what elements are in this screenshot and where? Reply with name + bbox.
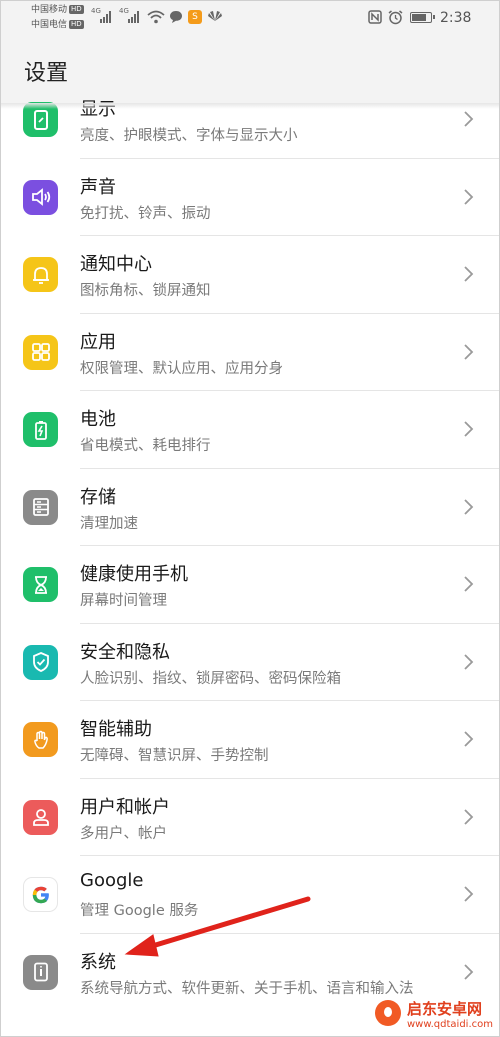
settings-item-label: 电池 (80, 409, 116, 430)
screenshot-frame: 中国移动 HD 中国电信 HD 4G 4G S 2:38 设置 显示 亮度、护眼… (0, 0, 500, 1037)
settings-item-label: 用户和帐户 (80, 796, 170, 818)
carrier-2: 中国电信 HD (31, 20, 84, 31)
status-bar: 中国移动 HD 中国电信 HD 4G 4G S 2:38 (1, 1, 499, 37)
chevron-right-icon (461, 264, 475, 284)
settings-item-apps[interactable]: 应用权限管理、默认应用、应用分身 (1, 314, 499, 391)
watermark-url: www.qdtaidi.com (407, 1019, 493, 1030)
storage-icon (23, 489, 58, 525)
sound-icon (23, 179, 58, 215)
settings-item-description: 管理 Google 服务 (80, 903, 199, 919)
chevron-right-icon (461, 187, 475, 207)
hd-badge: HD (69, 5, 84, 14)
chevron-right-icon (461, 574, 475, 594)
settings-item-label: 通知中心 (80, 254, 152, 275)
system-icon (23, 954, 58, 990)
settings-item-description: 人脸识别、指纹、锁屏密码、密码保险箱 (80, 670, 341, 687)
carrier-1-label: 中国移动 (31, 5, 68, 15)
app-notification-icon: S (188, 10, 202, 24)
chevron-right-icon (461, 962, 475, 982)
battery-icon (410, 12, 435, 23)
settings-list: 显示 亮度、护眼模式、字体与显示大小声音免打扰、铃声、振动通知中心图标角标、锁屏通… (1, 81, 499, 1011)
settings-item-hourglass[interactable]: 健康使用手机屏幕时间管理 (1, 546, 499, 624)
nfc-icon (368, 10, 382, 24)
watermark: 启东安卓网 www.qdtaidi.com (367, 995, 499, 1036)
signal-icon (128, 11, 139, 23)
hd-badge: HD (69, 20, 84, 29)
settings-item-label: Google (80, 870, 144, 891)
alarm-icon (388, 10, 403, 25)
chevron-right-icon (461, 652, 475, 672)
settings-item-sound[interactable]: 声音免打扰、铃声、振动 (1, 159, 499, 236)
settings-item-google[interactable]: Google 管理 Google 服务 (1, 856, 499, 934)
google-icon (23, 877, 58, 912)
shield-icon (23, 644, 58, 680)
settings-item-description: 屏幕时间管理 (80, 593, 167, 609)
chevron-right-icon (461, 109, 475, 129)
wifi-icon (147, 10, 165, 24)
settings-item-label: 声音 (80, 176, 116, 198)
watermark-name: 启东安卓网 (407, 1000, 483, 1018)
signal-icon (100, 11, 111, 23)
settings-item-label: 健康使用手机 (80, 564, 188, 585)
battery-level (412, 14, 427, 21)
chevron-right-icon (461, 729, 475, 749)
user-icon (23, 799, 58, 835)
bell-icon (23, 257, 58, 292)
chevron-right-icon (461, 884, 475, 904)
settings-item-label: 智能辅助 (80, 719, 152, 740)
message-icon (170, 11, 182, 23)
settings-item-shield[interactable]: 安全和隐私人脸识别、指纹、锁屏密码、密码保险箱 (1, 624, 499, 701)
hand-icon (23, 722, 58, 757)
chevron-right-icon (461, 419, 475, 439)
settings-item-display[interactable]: 显示 亮度、护眼模式、字体与显示大小 (1, 81, 499, 159)
carrier-1: 中国移动 HD (31, 5, 84, 16)
battery-icon (23, 412, 58, 447)
settings-item-description: 多用户、帐户 (80, 825, 167, 842)
settings-item-description: 图标角标、锁屏通知 (80, 283, 211, 299)
chevron-right-icon (461, 807, 475, 827)
apps-icon (23, 334, 58, 370)
chevron-right-icon (461, 497, 475, 517)
settings-item-description: 免打扰、铃声、振动 (80, 205, 211, 222)
settings-item-battery[interactable]: 电池省电模式、耗电排行 (1, 391, 499, 469)
settings-item-description: 省电模式、耗电排行 (80, 438, 211, 454)
settings-item-description: 无障碍、智慧识屏、手势控制 (80, 748, 269, 764)
watermark-logo (375, 1000, 401, 1026)
huawei-icon (208, 11, 222, 21)
hourglass-icon (23, 567, 58, 602)
header-shadow (1, 103, 499, 109)
settings-item-user[interactable]: 用户和帐户多用户、帐户 (1, 779, 499, 856)
carrier-2-label: 中国电信 (31, 20, 68, 30)
settings-item-label: 存储 (80, 486, 116, 508)
settings-item-hand[interactable]: 智能辅助无障碍、智慧识屏、手势控制 (1, 701, 499, 779)
settings-item-label: 应用 (80, 331, 116, 353)
settings-item-label: 安全和隐私 (80, 641, 170, 663)
status-time: 2:38 (440, 10, 472, 26)
settings-item-description: 清理加速 (80, 515, 138, 532)
settings-item-storage[interactable]: 存储 清理加速 (1, 469, 499, 546)
settings-item-description: 亮度、护眼模式、字体与显示大小 (80, 128, 298, 144)
settings-item-description: 权限管理、默认应用、应用分身 (80, 360, 283, 377)
settings-item-label: 系统 (80, 951, 116, 973)
settings-item-bell[interactable]: 通知中心图标角标、锁屏通知 (1, 236, 499, 314)
chevron-right-icon (461, 342, 475, 362)
